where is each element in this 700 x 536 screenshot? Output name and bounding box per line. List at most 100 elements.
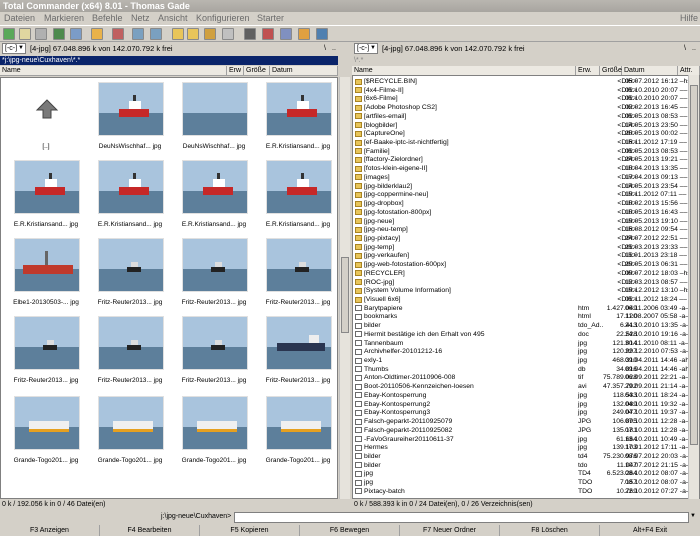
thumbnail-item[interactable]: E.R.Kristiansand... jpg xyxy=(173,158,255,232)
thumbnail-item[interactable]: Grande-Togo201... jpg xyxy=(89,394,171,468)
menu-hilfe[interactable]: Hilfe xyxy=(680,12,698,24)
left-drive-bar: [-c-] ▼ [4-jpg] 67.048.896 k von 142.070.… xyxy=(2,43,338,54)
thumbnail-label: DeuNsWischhaf... jpg xyxy=(182,143,246,150)
menu-konfigurieren[interactable]: Konfigurieren xyxy=(196,12,250,24)
thumbnail-label: Fritz-Reuter2013... jpg xyxy=(265,377,331,384)
right-drive-info: [4-jpg] 67.048.896 k von 142.070.792 k f… xyxy=(382,44,525,53)
f4-edit-button[interactable]: F4 Bearbeiten xyxy=(100,525,200,536)
file-row[interactable]: Pixtacy-batch TDO 10.769 22.10.2012 07:27 -… xyxy=(353,487,691,496)
thumbnail-item[interactable]: Elbe1-20130503-... jpg xyxy=(5,236,87,310)
thumbnail-item[interactable]: Fritz-Reuter2013... jpg xyxy=(89,314,171,388)
folder-copy-icon[interactable] xyxy=(187,28,199,40)
thumbnail-label: Grande-Togo201... jpg xyxy=(13,457,79,464)
folder-icon xyxy=(355,113,362,120)
left-col-size[interactable]: Größe xyxy=(244,66,270,76)
thumbnail-label: E.R.Kristiansand... jpg xyxy=(97,221,163,228)
thumbnail-item[interactable]: Grande-Togo201... jpg xyxy=(173,394,255,468)
thumbnail-item[interactable]: E.R.Kristiansand... jpg xyxy=(5,158,87,232)
left-col-name[interactable]: Name xyxy=(0,66,227,76)
f8-delete-button[interactable]: F8 Löschen xyxy=(500,525,600,536)
f3-view-button[interactable]: F3 Anzeigen xyxy=(0,525,100,536)
right-parent-button[interactable]: .. xyxy=(692,43,696,54)
thumbnail-item[interactable]: Fritz-Reuter2013... jpg xyxy=(5,314,87,388)
right-file-panel[interactable]: [$RECYCLE.BIN] <DIR> 05.07.2012 16:12 –hs[… xyxy=(352,75,700,499)
unpack-icon[interactable] xyxy=(112,28,124,40)
thumbnail-icon[interactable] xyxy=(53,28,65,40)
f5-copy-button[interactable]: F5 Kopieren xyxy=(200,525,300,536)
file-icon xyxy=(355,366,362,373)
chevron-down-icon[interactable]: ▼ xyxy=(690,513,696,519)
forward-icon[interactable] xyxy=(150,28,162,40)
thumbnail-item[interactable]: Fritz-Reuter2013... jpg xyxy=(257,314,337,388)
left-column-header: Name Erw Größe Datum xyxy=(0,66,338,76)
folder-icon xyxy=(355,191,362,198)
menu-netz[interactable]: Netz xyxy=(131,12,150,24)
view-icon[interactable] xyxy=(19,28,31,40)
function-key-bar: F3 Anzeigen F4 Bearbeiten F5 Kopieren F6… xyxy=(0,525,700,536)
menu-befehle[interactable]: Befehle xyxy=(92,12,123,24)
notepad-icon[interactable] xyxy=(222,28,234,40)
search-icon[interactable] xyxy=(244,28,256,40)
thumbnail-item[interactable]: Fritz-Reuter2013... jpg xyxy=(173,314,255,388)
thumbnail-item[interactable]: Fritz-Reuter2013... jpg xyxy=(173,236,255,310)
left-root-button[interactable]: \ xyxy=(324,43,326,54)
thumbnail-image xyxy=(98,238,164,292)
f7-newfolder-button[interactable]: F7 Neuer Ordner xyxy=(400,525,500,536)
right-path[interactable]: \*.* xyxy=(352,56,700,65)
right-scroll-thumb[interactable] xyxy=(690,85,698,445)
right-root-button[interactable]: \ xyxy=(684,43,686,54)
f6-move-button[interactable]: F6 Bewegen xyxy=(300,525,400,536)
thumbnail-image xyxy=(182,238,248,292)
compare-icon[interactable] xyxy=(262,28,274,40)
left-file-panel[interactable]: [..] DeuNsWischhaf... jpg DeuNsWischhaf...… xyxy=(0,77,338,499)
thumbnail-label: Fritz-Reuter2013... jpg xyxy=(13,377,79,384)
thumbnail-item[interactable]: E.R.Kristiansand... jpg xyxy=(257,80,337,154)
thumbnail-item[interactable]: Fritz-Reuter2013... jpg xyxy=(89,236,171,310)
thumbnail-image xyxy=(98,396,164,450)
thumbnail-image xyxy=(266,82,332,136)
thumbnail-item[interactable]: DeuNsWischhaf... jpg xyxy=(173,80,255,154)
title-bar: Total Commander (x64) 8.01 - Thomas Gade xyxy=(0,0,700,12)
left-scrollbar[interactable] xyxy=(339,77,350,499)
thumbnail-label: Grande-Togo201... jpg xyxy=(265,457,331,464)
list-icon[interactable] xyxy=(35,28,47,40)
left-scroll-thumb[interactable] xyxy=(341,257,349,333)
refresh-icon[interactable] xyxy=(3,28,15,40)
thumbnail-item[interactable]: Grande-Togo201... jpg xyxy=(5,394,87,468)
thumbnail-label: E.R.Kristiansand... jpg xyxy=(265,143,331,150)
folder-icon[interactable] xyxy=(172,28,184,40)
menu-dateien[interactable]: Dateien xyxy=(4,12,35,24)
left-path[interactable]: *j:\jpg-neue\Cuxhaven\*.* xyxy=(0,56,338,65)
left-col-ext[interactable]: Erw xyxy=(227,66,244,76)
tree-icon[interactable] xyxy=(70,28,82,40)
right-status: 0 k / 588.393 k in 0 / 24 Datei(en), 0 /… xyxy=(354,501,533,508)
back-icon[interactable] xyxy=(132,28,144,40)
rename-icon[interactable] xyxy=(298,28,310,40)
menu-starter[interactable]: Starter xyxy=(257,12,284,24)
folder-icon xyxy=(355,279,362,286)
pack-icon[interactable] xyxy=(91,28,103,40)
sync-icon[interactable] xyxy=(204,28,216,40)
menu-ansicht[interactable]: Ansicht xyxy=(158,12,188,24)
right-drive-select[interactable]: [-c-] ▼ xyxy=(354,43,378,54)
thumbnail-item[interactable]: DeuNsWischhaf... jpg xyxy=(89,80,171,154)
folder-icon xyxy=(355,270,362,277)
left-parent-button[interactable]: .. xyxy=(332,43,336,54)
exit-button[interactable]: Alt+F4 Exit xyxy=(600,525,700,536)
thumbnail-image xyxy=(14,316,80,370)
file-icon xyxy=(355,401,362,408)
menu-markieren[interactable]: Markieren xyxy=(44,12,84,24)
command-input[interactable] xyxy=(234,512,689,523)
network-icon[interactable] xyxy=(316,28,328,40)
left-col-date[interactable]: Datum xyxy=(270,66,338,76)
right-scrollbar[interactable] xyxy=(688,75,699,499)
left-drive-select[interactable]: [-c-] ▼ xyxy=(2,43,26,54)
ftp-icon[interactable] xyxy=(280,28,292,40)
thumbnail-item[interactable]: [..] xyxy=(5,80,87,154)
thumbnail-item[interactable]: E.R.Kristiansand... jpg xyxy=(257,158,337,232)
thumbnail-item[interactable]: Fritz-Reuter2013... jpg xyxy=(257,236,337,310)
file-icon xyxy=(355,470,362,477)
thumbnail-item[interactable]: E.R.Kristiansand... jpg xyxy=(89,158,171,232)
thumbnail-item[interactable]: Grande-Togo201... jpg xyxy=(257,394,337,468)
folder-icon xyxy=(355,87,362,94)
